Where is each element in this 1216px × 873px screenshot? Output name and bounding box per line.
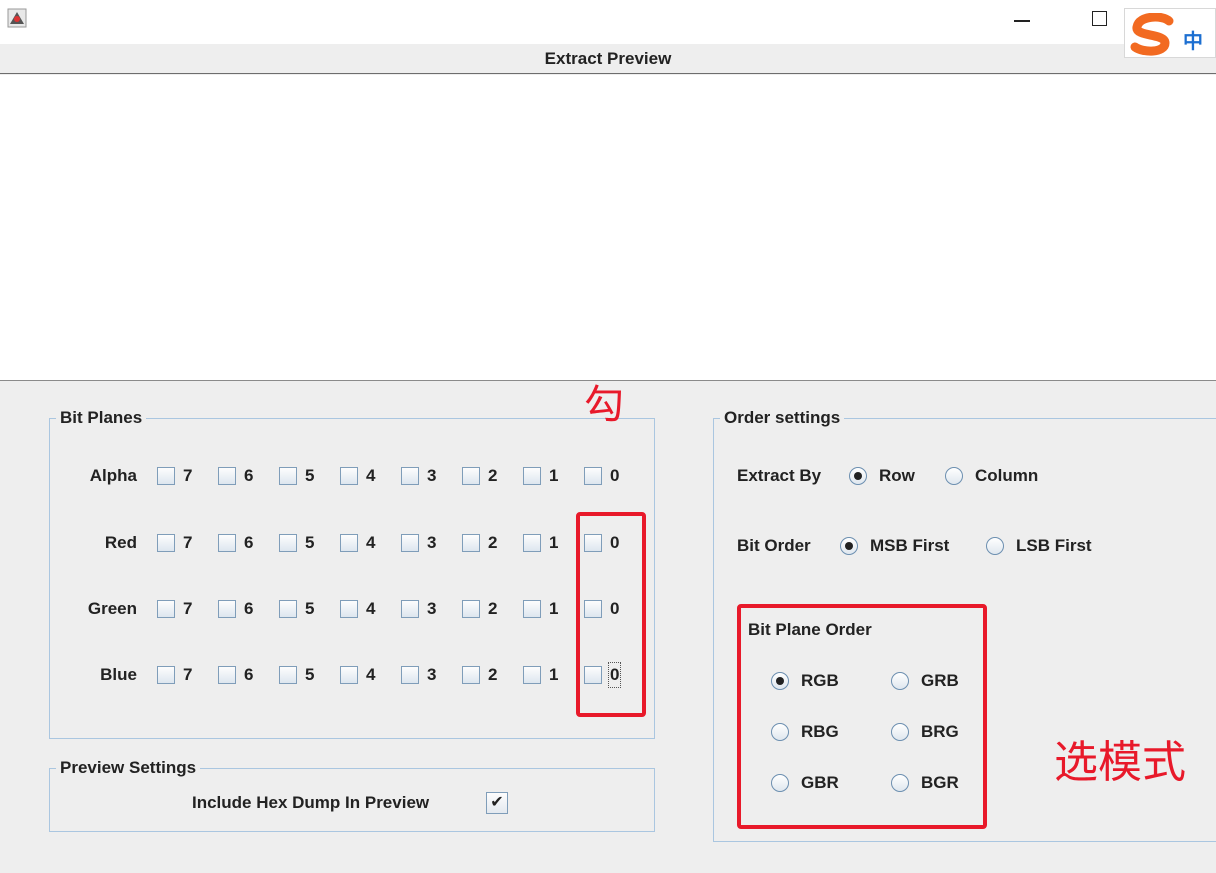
bit-plane-checkbox-label[interactable]: 2	[488, 532, 497, 554]
extract-by-column-label[interactable]: Column	[975, 465, 1038, 487]
bit-plane-checkbox-label[interactable]: 3	[427, 598, 436, 620]
bit-plane-checkbox-label[interactable]: 3	[427, 532, 436, 554]
bit-plane-checkbox-label[interactable]: 1	[549, 664, 558, 686]
bit-plane-checkbox-label[interactable]: 3	[427, 664, 436, 686]
bit-plane-row-label: Green	[87, 599, 137, 618]
bit-plane-checkbox[interactable]	[279, 467, 297, 485]
lsb-first-radio[interactable]	[986, 537, 1004, 555]
bit-plane-checkbox[interactable]	[279, 666, 297, 684]
bit-planes-legend: Bit Planes	[56, 407, 147, 429]
extract-by-row-radio[interactable]	[849, 467, 867, 485]
bit-plane-checkbox-label[interactable]: 6	[244, 598, 253, 620]
bit-plane-checkbox[interactable]	[401, 666, 419, 684]
bit-planes-group: Bit Planes Alpha 7 6 5 4 3 2 1 0 Red 7 6 5 4 3 2 1 0 Green…	[49, 407, 655, 739]
order-settings-legend: Order settings	[720, 407, 845, 429]
lsb-first-label[interactable]: LSB First	[1016, 535, 1092, 557]
bit-plane-checkbox[interactable]	[340, 534, 358, 552]
bit-plane-checkbox-label[interactable]: 2	[488, 664, 497, 686]
preview-header: Extract Preview	[0, 44, 1216, 74]
bit-plane-checkbox[interactable]	[401, 467, 419, 485]
bit-plane-checkbox-label[interactable]: 2	[488, 598, 497, 620]
bit-plane-checkbox-label[interactable]: 6	[244, 664, 253, 686]
annotation-check-hint: 勾	[584, 382, 624, 428]
extract-by-label: Extract By	[737, 466, 822, 485]
bit-plane-checkbox-label[interactable]: 1	[549, 465, 558, 487]
msb-first-radio[interactable]	[840, 537, 858, 555]
bit-plane-checkbox-label[interactable]: 4	[366, 532, 375, 554]
bit-plane-checkbox-label[interactable]: 3	[427, 465, 436, 487]
bit-plane-checkbox[interactable]	[279, 600, 297, 618]
annotation-box-plane-order	[737, 604, 987, 829]
bit-plane-checkbox[interactable]	[462, 666, 480, 684]
annotation-mode-hint: 选模式	[1054, 737, 1186, 788]
bit-plane-checkbox[interactable]	[401, 534, 419, 552]
bit-plane-checkbox-label[interactable]: 7	[183, 598, 192, 620]
bit-plane-checkbox[interactable]	[340, 600, 358, 618]
bit-plane-checkbox[interactable]	[340, 467, 358, 485]
bit-plane-checkbox[interactable]	[157, 666, 175, 684]
bit-plane-checkbox[interactable]	[462, 467, 480, 485]
minimize-button[interactable]	[1008, 6, 1036, 30]
msb-first-label[interactable]: MSB First	[870, 535, 949, 557]
bit-plane-row-label: Alpha	[89, 466, 137, 485]
bit-plane-checkbox[interactable]	[523, 467, 541, 485]
bit-plane-checkbox-label[interactable]: 4	[366, 664, 375, 686]
bit-plane-checkbox[interactable]	[279, 534, 297, 552]
hex-dump-checkbox[interactable]: ✔	[486, 792, 508, 814]
bit-plane-checkbox[interactable]	[401, 600, 419, 618]
preview-settings-group: Preview Settings Include Hex Dump In Pre…	[49, 757, 655, 832]
check-icon: ✔	[490, 794, 504, 811]
bit-order-label: Bit Order	[737, 536, 811, 555]
bit-plane-checkbox[interactable]	[157, 600, 175, 618]
preview-text-area[interactable]	[0, 75, 1216, 381]
title-bar: ✕	[0, 0, 1216, 44]
bit-plane-checkbox-label[interactable]: 4	[366, 465, 375, 487]
bit-plane-checkbox[interactable]	[218, 666, 236, 684]
bit-plane-checkbox[interactable]	[218, 534, 236, 552]
bit-plane-checkbox-label[interactable]: 4	[366, 598, 375, 620]
extract-by-column-radio[interactable]	[945, 467, 963, 485]
bit-plane-checkbox-label[interactable]: 5	[305, 598, 314, 620]
bit-plane-checkbox-label[interactable]: 1	[549, 532, 558, 554]
maximize-button[interactable]	[1085, 6, 1113, 30]
bit-plane-checkbox-label[interactable]: 2	[488, 465, 497, 487]
preview-settings-legend: Preview Settings	[56, 757, 201, 779]
bit-plane-checkbox[interactable]	[523, 666, 541, 684]
bit-plane-checkbox-label[interactable]: 5	[305, 465, 314, 487]
maximize-icon	[1091, 10, 1107, 26]
bit-plane-checkbox-label[interactable]: 5	[305, 532, 314, 554]
bit-plane-checkbox-label[interactable]: 6	[244, 532, 253, 554]
bit-plane-row-label: Red	[104, 533, 137, 552]
bit-plane-checkbox[interactable]	[462, 600, 480, 618]
window-title: Extract Preview	[544, 49, 672, 68]
bit-plane-checkbox-label[interactable]: 7	[183, 532, 192, 554]
minimize-icon	[1014, 20, 1030, 22]
app-icon	[7, 8, 27, 28]
bit-plane-checkbox-label[interactable]: 7	[183, 664, 192, 686]
bit-plane-checkbox[interactable]	[462, 534, 480, 552]
bit-plane-checkbox[interactable]	[584, 467, 602, 485]
bit-plane-checkbox-label[interactable]: 1	[549, 598, 558, 620]
bit-plane-checkbox[interactable]	[523, 534, 541, 552]
bit-plane-checkbox[interactable]	[523, 600, 541, 618]
extract-by-row-label[interactable]: Row	[879, 465, 915, 487]
bit-plane-checkbox-label[interactable]: 6	[244, 465, 253, 487]
hex-dump-label: Include Hex Dump In Preview	[192, 793, 430, 812]
bit-plane-checkbox[interactable]	[218, 600, 236, 618]
bit-plane-checkbox[interactable]	[157, 534, 175, 552]
bit-plane-checkbox[interactable]	[218, 467, 236, 485]
bit-plane-checkbox[interactable]	[340, 666, 358, 684]
bit-plane-checkbox-label[interactable]: 7	[183, 465, 192, 487]
bit-plane-row-label: Blue	[100, 665, 137, 684]
bit-plane-checkbox-label[interactable]: 0	[610, 465, 619, 487]
bit-plane-checkbox[interactable]	[157, 467, 175, 485]
annotation-box-bit0	[576, 512, 646, 717]
bit-plane-checkbox-label[interactable]: 5	[305, 664, 314, 686]
